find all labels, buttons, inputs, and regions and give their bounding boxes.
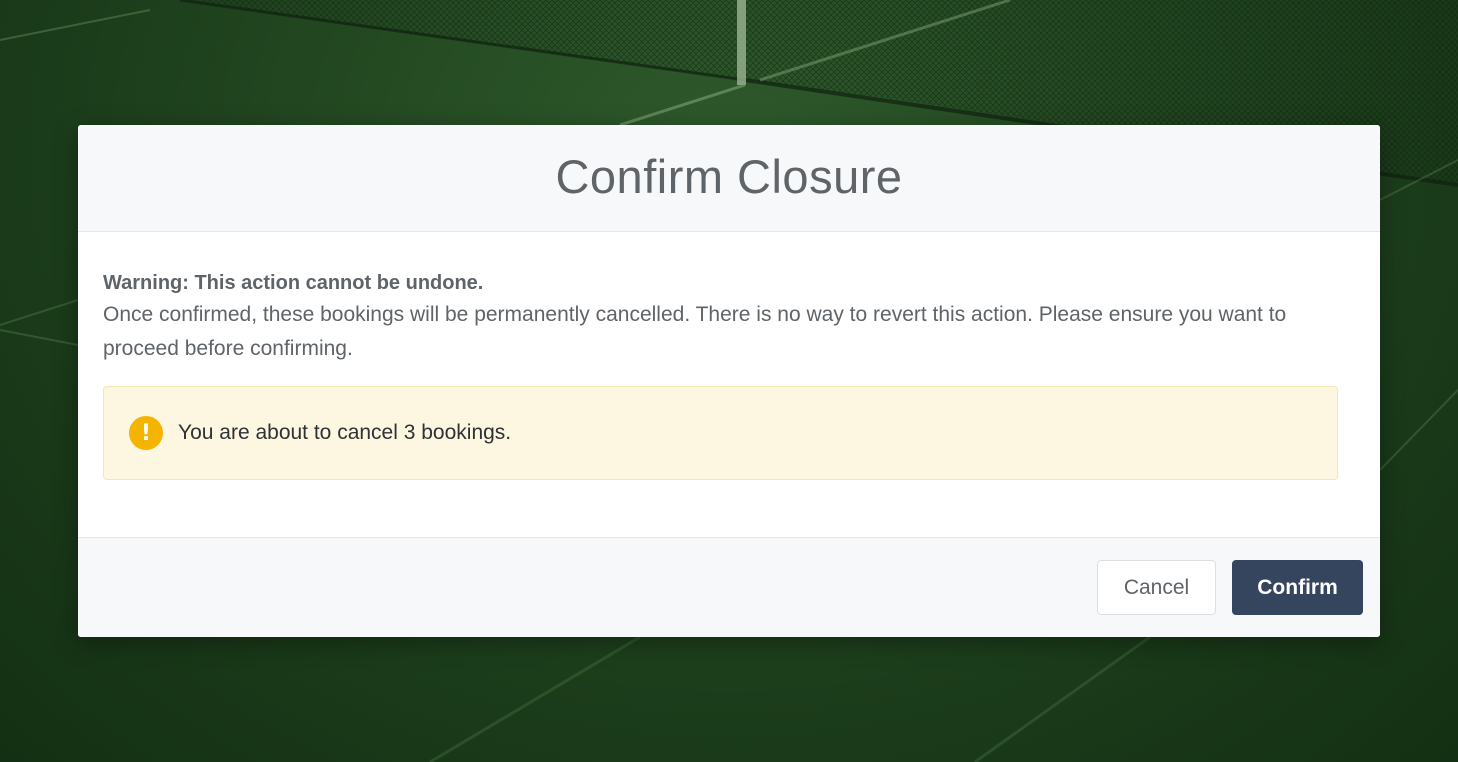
warning-description: Once confirmed, these bookings will be p…: [103, 303, 1287, 360]
cancel-button[interactable]: Cancel: [1097, 560, 1216, 615]
dialog-footer: Cancel Confirm: [78, 537, 1380, 637]
confirm-closure-dialog: Confirm Closure Warning: This action can…: [78, 125, 1380, 637]
dialog-title: Confirm Closure: [555, 149, 903, 203]
dialog-header: Confirm Closure: [78, 125, 1380, 232]
exclamation-icon: !: [129, 416, 163, 450]
cancellation-alert: ! You are about to cancel 3 bookings.: [103, 386, 1338, 480]
alert-message: You are about to cancel 3 bookings.: [178, 421, 512, 444]
confirm-button[interactable]: Confirm: [1232, 560, 1363, 615]
dialog-body: Warning: This action cannot be undone. O…: [78, 232, 1380, 537]
warning-heading: Warning: This action cannot be undone.: [103, 272, 484, 294]
